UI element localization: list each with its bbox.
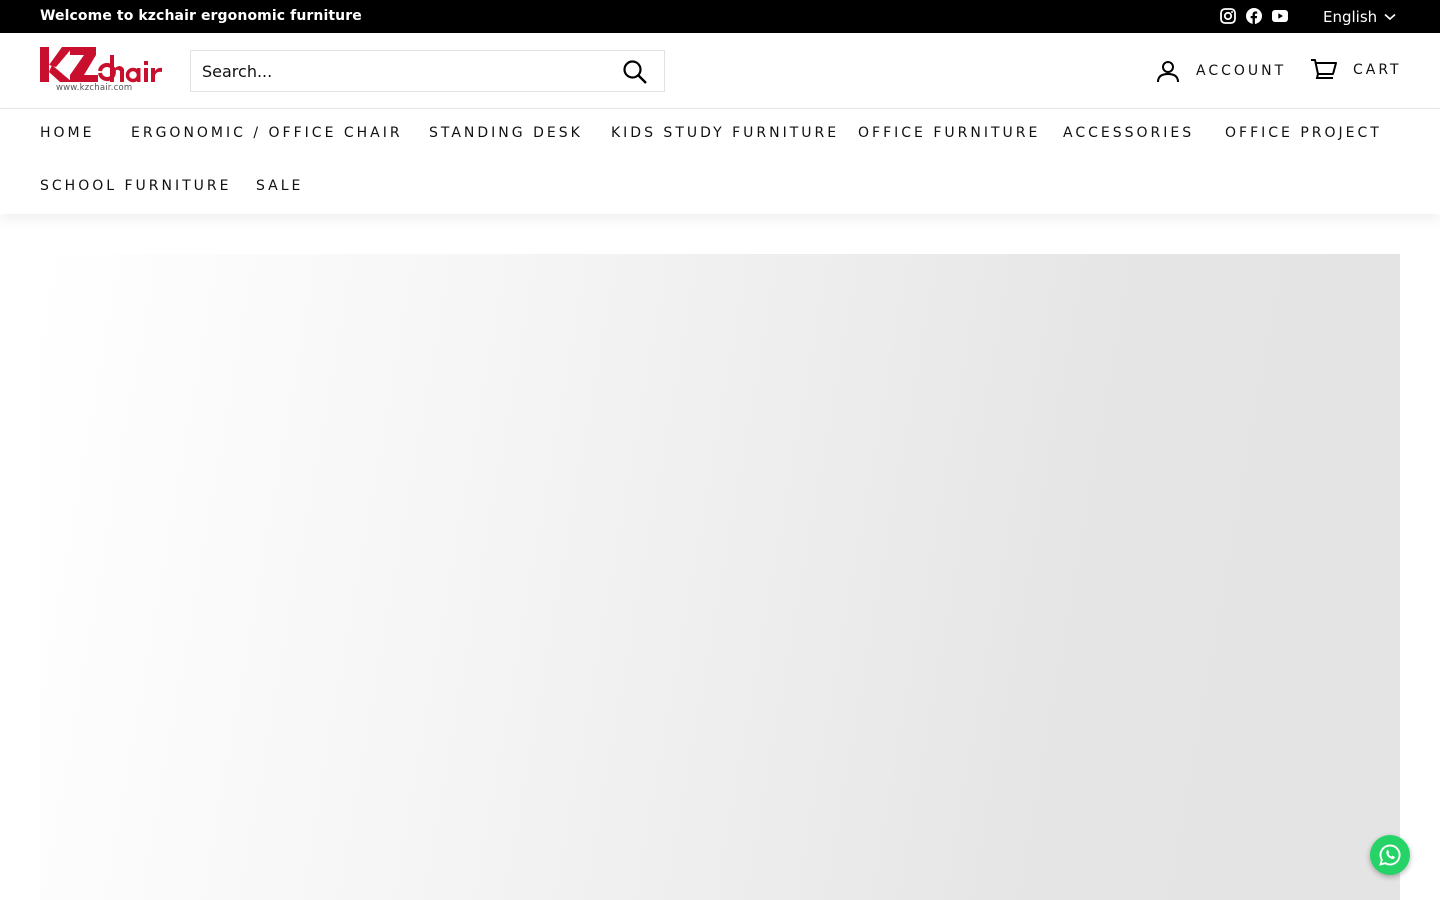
nav-item-school-furniture[interactable]: SCHOOL FURNITURE bbox=[40, 178, 231, 194]
search-box bbox=[190, 50, 665, 92]
search-icon bbox=[623, 60, 647, 84]
youtube-icon bbox=[1272, 10, 1288, 22]
cart-link[interactable]: CART bbox=[1310, 56, 1402, 84]
kzchair-logo-mark bbox=[40, 47, 162, 83]
logo-url-text: www.kzchair.com bbox=[56, 83, 133, 93]
nav-item-accessories[interactable]: ACCESSORIES bbox=[1063, 125, 1194, 141]
announcement-message: Welcome to kzchair ergonomic furniture bbox=[40, 8, 362, 24]
language-label: English bbox=[1323, 7, 1378, 26]
site-header: www.kzchair.com ACCOUNT CART bbox=[0, 33, 1440, 109]
whatsapp-chat-button[interactable] bbox=[1370, 835, 1410, 875]
search-button[interactable] bbox=[622, 59, 648, 85]
main-navigation: HOME ERGONOMIC / OFFICE CHAIR STANDING D… bbox=[0, 109, 1440, 214]
nav-item-ergonomic-office-chair[interactable]: ERGONOMIC / OFFICE CHAIR bbox=[131, 125, 403, 141]
nav-item-office-project[interactable]: OFFICE PROJECT bbox=[1225, 125, 1382, 141]
cart-icon bbox=[1311, 59, 1337, 79]
nav-item-sale[interactable]: SALE bbox=[256, 178, 303, 194]
nav-item-home[interactable]: HOME bbox=[40, 125, 94, 141]
site-logo[interactable]: www.kzchair.com bbox=[40, 47, 162, 95]
cart-label: CART bbox=[1353, 62, 1402, 78]
nav-item-office-furniture[interactable]: OFFICE FURNITURE bbox=[858, 125, 1040, 141]
chevron-down-icon bbox=[1384, 13, 1396, 21]
user-icon bbox=[1157, 61, 1179, 83]
account-link[interactable]: ACCOUNT bbox=[1156, 57, 1286, 85]
language-selector[interactable]: English bbox=[1323, 0, 1396, 33]
youtube-link[interactable] bbox=[1272, 6, 1288, 26]
instagram-link[interactable] bbox=[1220, 6, 1236, 26]
instagram-icon bbox=[1220, 8, 1236, 24]
whatsapp-icon bbox=[1379, 844, 1401, 866]
nav-item-standing-desk[interactable]: STANDING DESK bbox=[429, 125, 583, 141]
account-label: ACCOUNT bbox=[1196, 63, 1287, 79]
facebook-link[interactable] bbox=[1246, 6, 1262, 26]
announcement-bar: Welcome to kzchair ergonomic furniture E… bbox=[0, 0, 1440, 33]
hero-banner[interactable] bbox=[40, 254, 1400, 900]
facebook-icon bbox=[1246, 8, 1262, 24]
nav-item-kids-study-furniture[interactable]: KIDS STUDY FURNITURE bbox=[611, 125, 839, 141]
search-input[interactable] bbox=[191, 51, 611, 91]
